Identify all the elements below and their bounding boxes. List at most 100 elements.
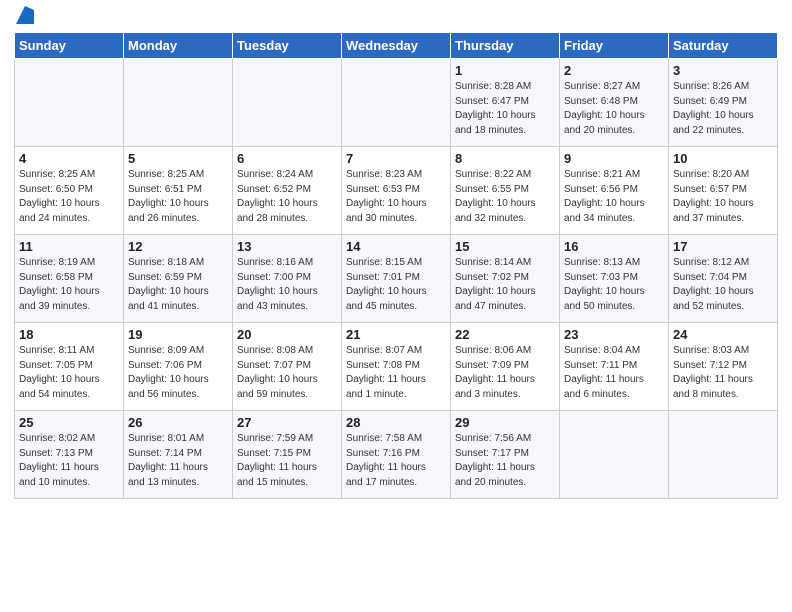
calendar-cell-3-5: 15 Sunrise: 8:14 AM Sunset: 7:02 PM Dayli…: [451, 235, 560, 323]
day-number: 22: [455, 327, 555, 342]
calendar-cell-3-2: 12 Sunrise: 8:18 AM Sunset: 6:59 PM Dayli…: [124, 235, 233, 323]
day-number: 17: [673, 239, 773, 254]
day-info: Sunrise: 7:56 AM Sunset: 7:17 PM Dayligh…: [455, 432, 555, 490]
calendar-cell-1-3: [233, 59, 342, 147]
day-number: 25: [19, 415, 119, 430]
calendar-header-friday: Friday: [560, 33, 669, 59]
calendar-cell-1-4: [342, 59, 451, 147]
day-info: Sunrise: 8:02 AM Sunset: 7:13 PM Dayligh…: [19, 432, 119, 490]
calendar-cell-5-2: 26 Sunrise: 8:01 AM Sunset: 7:14 PM Dayli…: [124, 411, 233, 499]
day-info: Sunrise: 8:22 AM Sunset: 6:55 PM Dayligh…: [455, 168, 555, 226]
day-info: Sunrise: 8:15 AM Sunset: 7:01 PM Dayligh…: [346, 256, 446, 314]
day-number: 20: [237, 327, 337, 342]
calendar-table: SundayMondayTuesdayWednesdayThursdayFrid…: [14, 32, 778, 499]
day-info: Sunrise: 8:20 AM Sunset: 6:57 PM Dayligh…: [673, 168, 773, 226]
calendar-cell-5-5: 29 Sunrise: 7:56 AM Sunset: 7:17 PM Dayli…: [451, 411, 560, 499]
day-info: Sunrise: 8:09 AM Sunset: 7:06 PM Dayligh…: [128, 344, 228, 402]
day-number: 10: [673, 151, 773, 166]
calendar-cell-3-1: 11 Sunrise: 8:19 AM Sunset: 6:58 PM Dayli…: [15, 235, 124, 323]
calendar-cell-1-2: [124, 59, 233, 147]
day-info: Sunrise: 8:14 AM Sunset: 7:02 PM Dayligh…: [455, 256, 555, 314]
calendar-week-5: 25 Sunrise: 8:02 AM Sunset: 7:13 PM Dayli…: [15, 411, 778, 499]
header: [14, 10, 778, 24]
day-number: 2: [564, 63, 664, 78]
calendar-header-saturday: Saturday: [669, 33, 778, 59]
calendar-cell-2-2: 5 Sunrise: 8:25 AM Sunset: 6:51 PM Daylig…: [124, 147, 233, 235]
day-info: Sunrise: 8:16 AM Sunset: 7:00 PM Dayligh…: [237, 256, 337, 314]
calendar-cell-4-3: 20 Sunrise: 8:08 AM Sunset: 7:07 PM Dayli…: [233, 323, 342, 411]
day-info: Sunrise: 8:21 AM Sunset: 6:56 PM Dayligh…: [564, 168, 664, 226]
calendar-week-1: 1 Sunrise: 8:28 AM Sunset: 6:47 PM Daylig…: [15, 59, 778, 147]
calendar-cell-2-1: 4Sunrise: 8:25 AM Sunset: 6:50 PM Daylig…: [15, 147, 124, 235]
day-number: 27: [237, 415, 337, 430]
day-number: 16: [564, 239, 664, 254]
day-info: Sunrise: 8:19 AM Sunset: 6:58 PM Dayligh…: [19, 256, 119, 314]
calendar-week-2: 4Sunrise: 8:25 AM Sunset: 6:50 PM Daylig…: [15, 147, 778, 235]
day-number: 13: [237, 239, 337, 254]
calendar-cell-2-6: 9 Sunrise: 8:21 AM Sunset: 6:56 PM Daylig…: [560, 147, 669, 235]
day-info: Sunrise: 8:23 AM Sunset: 6:53 PM Dayligh…: [346, 168, 446, 226]
calendar-cell-3-7: 17 Sunrise: 8:12 AM Sunset: 7:04 PM Dayli…: [669, 235, 778, 323]
calendar-week-3: 11 Sunrise: 8:19 AM Sunset: 6:58 PM Dayli…: [15, 235, 778, 323]
calendar-header-monday: Monday: [124, 33, 233, 59]
day-number: 9: [564, 151, 664, 166]
calendar-cell-2-3: 6 Sunrise: 8:24 AM Sunset: 6:52 PM Daylig…: [233, 147, 342, 235]
day-info: Sunrise: 8:08 AM Sunset: 7:07 PM Dayligh…: [237, 344, 337, 402]
day-info: Sunrise: 8:26 AM Sunset: 6:49 PM Dayligh…: [673, 80, 773, 138]
day-number: 19: [128, 327, 228, 342]
calendar-cell-3-4: 14 Sunrise: 8:15 AM Sunset: 7:01 PM Dayli…: [342, 235, 451, 323]
calendar-cell-5-3: 27 Sunrise: 7:59 AM Sunset: 7:15 PM Dayli…: [233, 411, 342, 499]
calendar-cell-3-3: 13 Sunrise: 8:16 AM Sunset: 7:00 PM Dayli…: [233, 235, 342, 323]
calendar-week-4: 18Sunrise: 8:11 AM Sunset: 7:05 PM Dayli…: [15, 323, 778, 411]
day-number: 12: [128, 239, 228, 254]
calendar-cell-5-4: 28Sunrise: 7:58 AM Sunset: 7:16 PM Dayli…: [342, 411, 451, 499]
calendar-header-sunday: Sunday: [15, 33, 124, 59]
day-info: Sunrise: 8:07 AM Sunset: 7:08 PM Dayligh…: [346, 344, 446, 402]
calendar-cell-1-1: [15, 59, 124, 147]
logo-icon: [16, 6, 34, 24]
day-info: Sunrise: 8:25 AM Sunset: 6:51 PM Dayligh…: [128, 168, 228, 226]
calendar-cell-1-6: 2Sunrise: 8:27 AM Sunset: 6:48 PM Daylig…: [560, 59, 669, 147]
calendar-cell-5-6: [560, 411, 669, 499]
day-number: 1: [455, 63, 555, 78]
calendar-cell-2-4: 7 Sunrise: 8:23 AM Sunset: 6:53 PM Daylig…: [342, 147, 451, 235]
day-number: 4: [19, 151, 119, 166]
calendar-header-wednesday: Wednesday: [342, 33, 451, 59]
calendar-cell-4-6: 23Sunrise: 8:04 AM Sunset: 7:11 PM Dayli…: [560, 323, 669, 411]
calendar-cell-5-7: [669, 411, 778, 499]
day-number: 24: [673, 327, 773, 342]
day-number: 26: [128, 415, 228, 430]
day-number: 5: [128, 151, 228, 166]
calendar-cell-1-5: 1 Sunrise: 8:28 AM Sunset: 6:47 PM Daylig…: [451, 59, 560, 147]
calendar-cell-4-2: 19 Sunrise: 8:09 AM Sunset: 7:06 PM Dayli…: [124, 323, 233, 411]
calendar-page: SundayMondayTuesdayWednesdayThursdayFrid…: [0, 0, 792, 509]
calendar-header-row: SundayMondayTuesdayWednesdayThursdayFrid…: [15, 33, 778, 59]
calendar-header-tuesday: Tuesday: [233, 33, 342, 59]
calendar-cell-2-7: 10 Sunrise: 8:20 AM Sunset: 6:57 PM Dayli…: [669, 147, 778, 235]
calendar-header-thursday: Thursday: [451, 33, 560, 59]
day-number: 15: [455, 239, 555, 254]
day-info: Sunrise: 8:18 AM Sunset: 6:59 PM Dayligh…: [128, 256, 228, 314]
calendar-cell-4-5: 22 Sunrise: 8:06 AM Sunset: 7:09 PM Dayli…: [451, 323, 560, 411]
day-number: 18: [19, 327, 119, 342]
day-number: 7: [346, 151, 446, 166]
day-info: Sunrise: 8:12 AM Sunset: 7:04 PM Dayligh…: [673, 256, 773, 314]
day-number: 6: [237, 151, 337, 166]
day-number: 21: [346, 327, 446, 342]
day-info: Sunrise: 8:24 AM Sunset: 6:52 PM Dayligh…: [237, 168, 337, 226]
day-number: 28: [346, 415, 446, 430]
day-number: 8: [455, 151, 555, 166]
calendar-cell-2-5: 8 Sunrise: 8:22 AM Sunset: 6:55 PM Daylig…: [451, 147, 560, 235]
day-number: 11: [19, 239, 119, 254]
day-info: Sunrise: 7:59 AM Sunset: 7:15 PM Dayligh…: [237, 432, 337, 490]
day-info: Sunrise: 8:04 AM Sunset: 7:11 PM Dayligh…: [564, 344, 664, 402]
day-number: 14: [346, 239, 446, 254]
day-number: 3: [673, 63, 773, 78]
day-info: Sunrise: 8:28 AM Sunset: 6:47 PM Dayligh…: [455, 80, 555, 138]
calendar-cell-5-1: 25 Sunrise: 8:02 AM Sunset: 7:13 PM Dayli…: [15, 411, 124, 499]
day-number: 29: [455, 415, 555, 430]
logo: [14, 14, 34, 24]
day-info: Sunrise: 8:06 AM Sunset: 7:09 PM Dayligh…: [455, 344, 555, 402]
day-info: Sunrise: 8:13 AM Sunset: 7:03 PM Dayligh…: [564, 256, 664, 314]
day-info: Sunrise: 8:01 AM Sunset: 7:14 PM Dayligh…: [128, 432, 228, 490]
